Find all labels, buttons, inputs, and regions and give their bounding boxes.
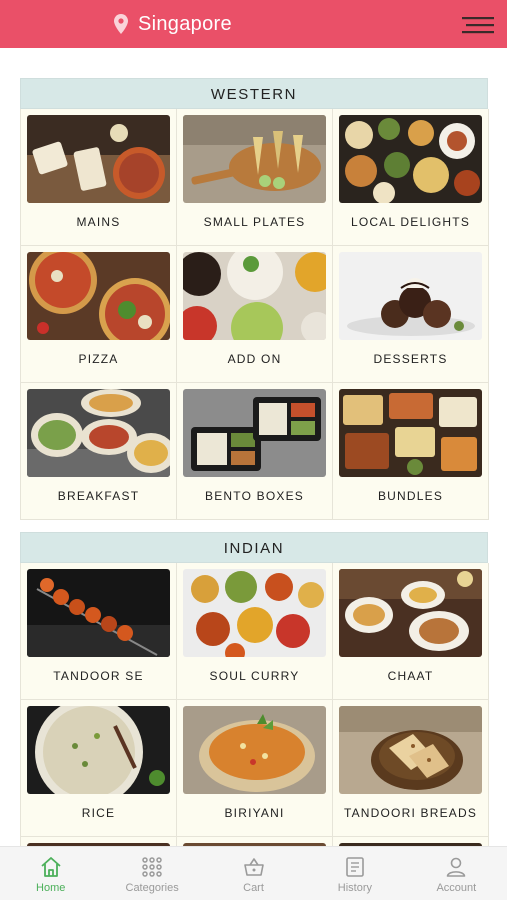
section-indian: INDIAN TANDOOR SE SOUL CURRY CHAAT RICE … [20, 532, 489, 837]
person-icon [447, 857, 466, 877]
food-image [339, 706, 482, 794]
food-image [183, 389, 326, 477]
food-image [183, 569, 326, 657]
nav-cart[interactable]: Cart [203, 847, 304, 900]
category-tile-tandoor-se[interactable]: TANDOOR SE [21, 563, 177, 700]
nav-label: Home [36, 882, 66, 894]
category-label: CHAAT [387, 669, 434, 683]
category-label: PIZZA [78, 352, 119, 366]
food-image [27, 252, 170, 340]
category-list[interactable]: WESTERN MAINS SMALL PLATES LOCAL DELIGHT… [0, 48, 507, 846]
category-tile-soul-curry[interactable]: SOUL CURRY [177, 563, 333, 700]
food-image [27, 389, 170, 477]
nav-home[interactable]: Home [0, 847, 101, 900]
category-label: DESSERTS [373, 352, 448, 366]
location-label[interactable]: Singapore [138, 13, 232, 36]
category-tile-local-delights[interactable]: LOCAL DELIGHTS [333, 109, 489, 246]
category-tile-pizza[interactable]: PIZZA [21, 246, 177, 383]
category-label: BIRIYANI [224, 806, 285, 820]
nav-label: Account [436, 882, 477, 894]
category-label: BREAKFAST [57, 489, 140, 503]
nav-history[interactable]: History [304, 847, 405, 900]
food-image [27, 706, 170, 794]
food-image [339, 389, 482, 477]
category-label: MAINS [76, 215, 121, 229]
location-pin-icon[interactable] [114, 14, 128, 34]
category-tile-biriyani[interactable]: BIRIYANI [177, 700, 333, 837]
home-icon [41, 857, 61, 877]
category-tile-small-plates[interactable]: SMALL PLATES [177, 109, 333, 246]
nav-label: Categories [125, 882, 179, 894]
category-label: TANDOORI BREADS [343, 806, 478, 820]
category-tile-partial[interactable] [177, 837, 333, 846]
category-label: TANDOOR SE [53, 669, 144, 683]
food-image [183, 115, 326, 203]
category-label: SOUL CURRY [209, 669, 300, 683]
receipt-icon [346, 857, 364, 877]
category-tile-breakfast[interactable]: BREAKFAST [21, 383, 177, 520]
food-image [339, 569, 482, 657]
category-label: RICE [81, 806, 116, 820]
category-tile-rice[interactable]: RICE [21, 700, 177, 837]
nav-label: History [337, 882, 373, 894]
category-tile-chaat[interactable]: CHAAT [333, 563, 489, 700]
hamburger-menu-icon[interactable] [462, 16, 494, 34]
category-tile-tandoori-breads[interactable]: TANDOORI BREADS [333, 700, 489, 837]
category-tile-desserts[interactable]: DESSERTS [333, 246, 489, 383]
category-label: BENTO BOXES [204, 489, 304, 503]
category-tile-mains[interactable]: MAINS [21, 109, 177, 246]
basket-icon [243, 858, 264, 876]
category-label: SMALL PLATES [203, 215, 306, 229]
food-image [27, 569, 170, 657]
grid-icon [142, 857, 162, 877]
app-header: Singapore [0, 0, 507, 48]
section-title: INDIAN [20, 532, 488, 563]
category-label: ADD ON [227, 352, 282, 366]
nav-label: Cart [243, 882, 264, 894]
food-image [183, 706, 326, 794]
category-tile-bundles[interactable]: BUNDLES [333, 383, 489, 520]
section-western: WESTERN MAINS SMALL PLATES LOCAL DELIGHT… [20, 78, 489, 520]
food-image [27, 115, 170, 203]
next-row-partial [20, 837, 489, 846]
nav-categories[interactable]: Categories [101, 847, 202, 900]
category-label: LOCAL DELIGHTS [350, 215, 471, 229]
category-label: BUNDLES [377, 489, 444, 503]
category-grid: TANDOOR SE SOUL CURRY CHAAT RICE BIRIYAN… [20, 563, 489, 837]
food-image [339, 115, 482, 203]
bottom-nav: Home Categories Cart History Account [0, 846, 507, 900]
food-image [183, 252, 326, 340]
section-title: WESTERN [20, 78, 488, 109]
category-tile-partial[interactable] [21, 837, 177, 846]
category-tile-partial[interactable] [333, 837, 489, 846]
category-tile-add-on[interactable]: ADD ON [177, 246, 333, 383]
category-tile-bento-boxes[interactable]: BENTO BOXES [177, 383, 333, 520]
nav-account[interactable]: Account [406, 847, 507, 900]
category-grid: MAINS SMALL PLATES LOCAL DELIGHTS PIZZA [20, 109, 489, 520]
food-image [339, 252, 482, 340]
